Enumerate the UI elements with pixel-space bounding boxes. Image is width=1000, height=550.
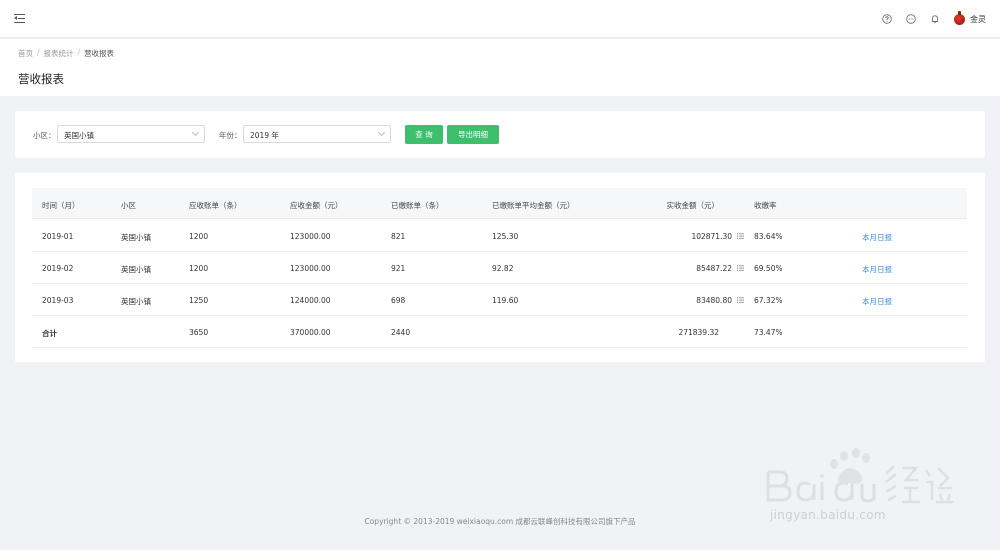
cell-bills-paid: 921 — [391, 264, 406, 273]
cell-month: 2019-02 — [42, 264, 74, 273]
list-detail-icon[interactable] — [737, 233, 744, 239]
breadcrumb-current: 营收报表 — [84, 49, 115, 58]
cell-rate: 83.64% — [754, 232, 783, 241]
revenue-table: 时间（月） 小区 应收账单（条） 应收金额（元） 已缴账单（条） 已缴账单平均金… — [15, 173, 985, 362]
breadcrumb: 首页 / 报表统计 / 营收报表 — [18, 48, 114, 59]
daily-report-link[interactable]: 本月日报 — [862, 264, 892, 275]
community-select-value: 英国小镇 — [64, 131, 94, 140]
list-detail-icon[interactable] — [737, 265, 744, 271]
avatar — [954, 10, 965, 25]
cell-community: 英国小镇 — [121, 233, 151, 242]
column-header: 时间（月） — [42, 201, 80, 210]
cell-bills-paid: 698 — [391, 296, 406, 305]
cell-month: 2019-03 — [42, 296, 74, 305]
cell-amount-due: 124000.00 — [290, 296, 331, 305]
watermark-url: jingyan.baidu.com — [770, 508, 886, 522]
chevron-down-icon — [377, 128, 386, 137]
user-name: 金灵 — [970, 14, 986, 24]
table-row: 2019-03 英国小镇 1250 124000.00 698 119.60 8… — [32, 284, 967, 316]
column-header: 已缴账单平均金额（元） — [492, 201, 575, 210]
column-header: 实收金额（元） — [666, 201, 720, 210]
cell-community: 英国小镇 — [121, 265, 151, 274]
breadcrumb-separator: / — [77, 48, 81, 57]
cell-bills-due: 1250 — [189, 296, 209, 305]
year-label: 年份： — [219, 131, 242, 140]
cell-avg-paid: 125.30 — [492, 232, 519, 241]
help-circle-icon[interactable] — [882, 14, 892, 24]
page-title: 营收报表 — [18, 72, 64, 86]
total-amount-due: 370000.00 — [290, 328, 331, 337]
community-label: 小区： — [33, 131, 56, 140]
breadcrumb-home[interactable]: 首页 — [18, 48, 33, 59]
cell-rate: 67.32% — [754, 296, 783, 305]
table-total-row: 合计 3650 370000.00 2440 271839.32 73.47% — [32, 316, 967, 348]
community-select[interactable]: 英国小镇 — [57, 125, 205, 143]
total-rate: 73.47% — [754, 328, 783, 337]
cell-avg-paid: 92.82 — [492, 264, 514, 273]
cell-received: 85487.22 — [696, 264, 732, 273]
total-bills-paid: 2440 — [391, 328, 411, 337]
breadcrumb-reports[interactable]: 报表统计 — [44, 48, 74, 59]
cell-bills-due: 1200 — [189, 232, 209, 241]
cell-month: 2019-01 — [42, 232, 74, 241]
table-row: 2019-02 英国小镇 1200 123000.00 921 92.82 85… — [32, 252, 967, 284]
chevron-down-icon — [191, 128, 200, 137]
cell-community: 英国小镇 — [121, 297, 151, 306]
query-button[interactable]: 查 询 — [405, 125, 443, 144]
filter-panel: 小区： 英国小镇 年份： 2019 年 查 询 导出明细 — [15, 111, 985, 158]
cell-avg-paid: 119.60 — [492, 296, 519, 305]
breadcrumb-separator: / — [37, 48, 40, 57]
list-detail-icon[interactable] — [737, 297, 744, 303]
total-received: 271839.32 — [678, 328, 719, 337]
cell-bills-due: 1200 — [189, 264, 209, 273]
year-select[interactable]: 2019 年 — [243, 125, 391, 143]
column-header: 已缴账单（条） — [391, 201, 444, 210]
total-label: 合计 — [42, 329, 57, 338]
daily-report-link[interactable]: 本月日报 — [862, 296, 892, 307]
page-header: 首页 / 报表统计 / 营收报表 营收报表 — [0, 39, 1000, 96]
message-icon[interactable] — [906, 14, 916, 24]
daily-report-link[interactable]: 本月日报 — [862, 232, 892, 243]
export-button[interactable]: 导出明细 — [447, 125, 499, 144]
total-bills-due: 3650 — [189, 328, 209, 337]
column-header: 应收金额（元） — [290, 201, 343, 210]
column-header: 收缴率 — [754, 201, 777, 210]
table-row: 2019-01 英国小镇 1200 123000.00 821 125.30 1… — [32, 220, 967, 252]
cell-received: 102871.30 — [691, 232, 732, 241]
user-menu[interactable]: 金灵 — [954, 10, 986, 25]
cell-received: 83480.80 — [696, 296, 732, 305]
cell-rate: 69.50% — [754, 264, 783, 273]
cell-amount-due: 123000.00 — [290, 264, 331, 273]
cell-bills-paid: 821 — [391, 232, 406, 241]
top-navbar: 金灵 — [0, 0, 1000, 38]
menu-fold-icon[interactable] — [14, 13, 25, 24]
cell-amount-due: 123000.00 — [290, 232, 331, 241]
bell-icon[interactable] — [930, 14, 940, 24]
column-header: 应收账单（条） — [189, 201, 242, 210]
year-select-value: 2019 年 — [250, 131, 279, 140]
table-header: 时间（月） 小区 应收账单（条） 应收金额（元） 已缴账单（条） 已缴账单平均金… — [32, 188, 967, 219]
column-header: 小区 — [121, 201, 136, 210]
